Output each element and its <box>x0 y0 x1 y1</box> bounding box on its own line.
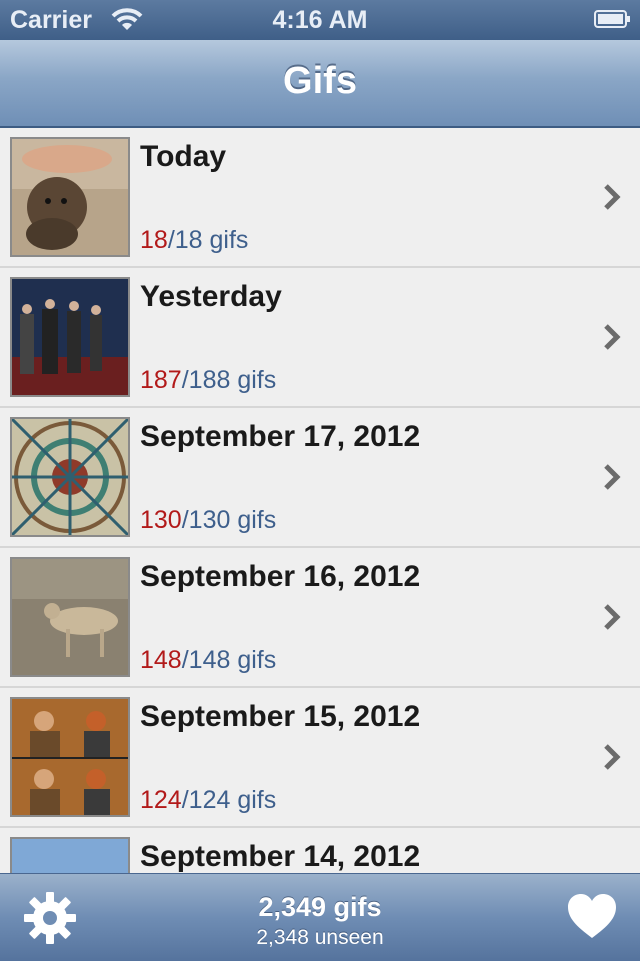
total-count: /124 gifs <box>181 786 277 814</box>
battery-icon <box>594 10 630 28</box>
total-count: /18 gifs <box>167 226 249 254</box>
list-item-september-16[interactable]: September 16, 2012 148/148 gifs <box>0 548 640 688</box>
row-title: September 16, 2012 <box>140 560 421 593</box>
seen-count: 124 <box>140 786 182 814</box>
row-title: September 14, 2012 <box>140 840 421 873</box>
thumbnail-image <box>10 277 130 397</box>
heart-icon[interactable] <box>566 892 618 940</box>
unseen-gifs-label: 2,348 unseen <box>256 926 384 949</box>
chevron-right-icon <box>604 324 621 350</box>
seen-count: 130 <box>140 506 182 534</box>
gif-count: 18/18 gifs <box>140 226 248 255</box>
gif-count: 130/130 gifs <box>140 506 276 535</box>
total-count: /130 gifs <box>181 506 277 534</box>
row-title: September 17, 2012 <box>140 420 421 453</box>
thumbnail-image <box>10 697 130 817</box>
row-title: Yesterday <box>140 280 282 313</box>
list-item-today[interactable]: Today 18/18 gifs <box>0 128 640 268</box>
thumbnail-image <box>10 137 130 257</box>
navigation-bar: Gifs <box>0 40 640 128</box>
thumbnail-image <box>10 837 130 873</box>
seen-count: 187 <box>140 366 182 394</box>
seen-count: 18 <box>140 226 168 254</box>
total-gifs-label: 2,349 gifs <box>258 892 382 922</box>
total-count: /188 gifs <box>181 366 277 394</box>
total-count: /148 gifs <box>181 646 277 674</box>
thumbnail-image <box>10 557 130 677</box>
gif-count: 187/188 gifs <box>140 366 276 395</box>
day-list[interactable]: Today 18/18 gifs Yesterday 187/188 gifs <box>0 128 640 873</box>
status-bar: Carrier 4:16 AM <box>0 0 640 40</box>
gif-count: 124/124 gifs <box>140 786 276 815</box>
chevron-right-icon <box>604 184 621 210</box>
gif-count: 148/148 gifs <box>140 646 276 675</box>
list-item-september-17[interactable]: September 17, 2012 130/130 gifs <box>0 408 640 548</box>
row-title: September 15, 2012 <box>140 700 421 733</box>
row-title: Today <box>140 140 227 173</box>
list-item-september-15[interactable]: September 15, 2012 124/124 gifs <box>0 688 640 828</box>
chevron-right-icon <box>604 464 621 490</box>
seen-count: 148 <box>140 646 182 674</box>
chevron-right-icon <box>604 604 621 630</box>
bottom-toolbar: 2,349 gifs 2,348 unseen <box>0 873 640 961</box>
thumbnail-image <box>10 417 130 537</box>
chevron-right-icon <box>604 744 621 770</box>
list-item-september-14[interactable]: September 14, 2012 <box>0 828 640 873</box>
status-time: 4:16 AM <box>272 6 368 34</box>
page-title: Gifs <box>283 60 357 102</box>
list-item-yesterday[interactable]: Yesterday 187/188 gifs <box>0 268 640 408</box>
